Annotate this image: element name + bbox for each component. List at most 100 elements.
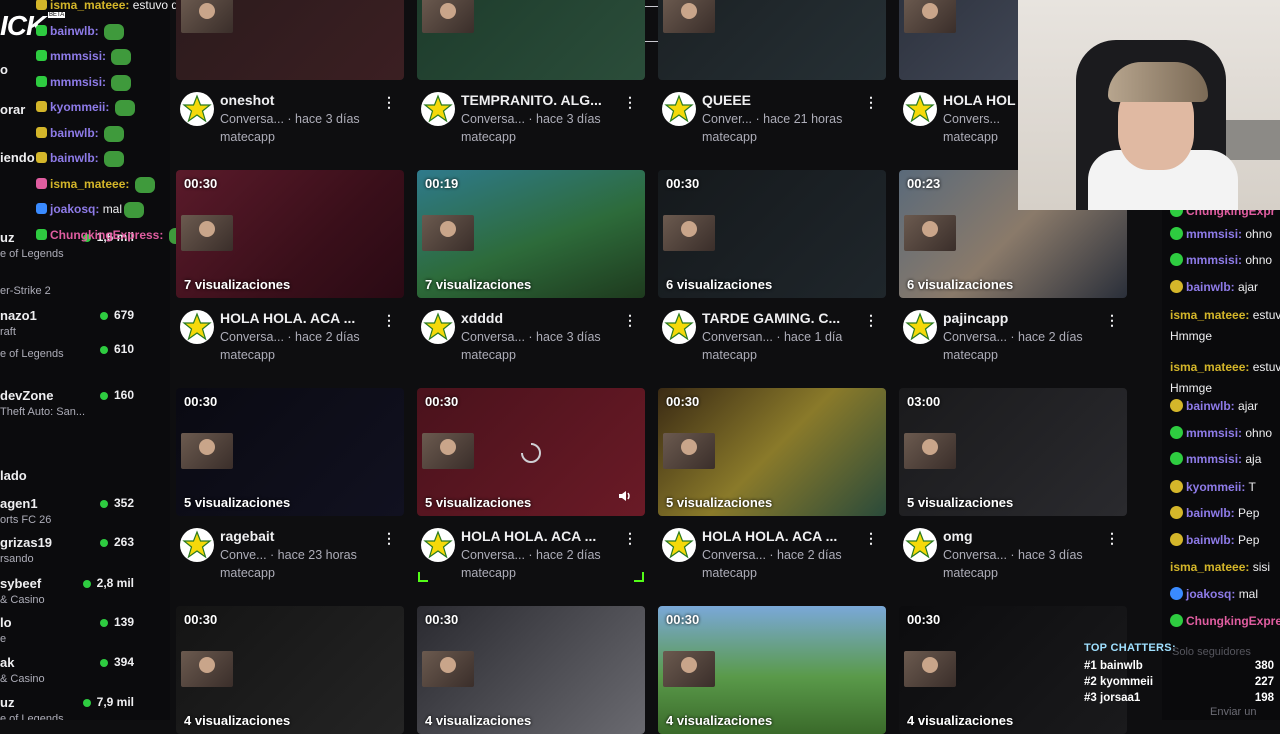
chatter-name[interactable]: jorsaa1	[1100, 692, 1140, 704]
sidebar-channel-item[interactable]: uz e of Legends 7,9 mil	[0, 695, 170, 720]
clip-channel-name[interactable]: matecapp	[461, 348, 516, 362]
channel-avatar[interactable]	[662, 310, 696, 344]
chat-username[interactable]: isma_mateee:	[1170, 308, 1249, 322]
clip-title[interactable]: QUEEE	[702, 92, 862, 108]
chat-username[interactable]: bainwlb:	[1186, 399, 1235, 413]
clip-channel-name[interactable]: matecapp	[220, 130, 275, 144]
chat-username[interactable]: bainwlb:	[50, 126, 99, 140]
channel-avatar[interactable]	[662, 528, 696, 562]
sidebar-channel-item[interactable]: e of Legends 610	[0, 342, 170, 388]
clip-channel-name[interactable]: matecapp	[461, 130, 516, 144]
chat-username[interactable]: ChungkingExpr	[1186, 210, 1275, 218]
chat-username[interactable]: ChungkingExpre	[1186, 614, 1280, 628]
clip-thumbnail[interactable]: 00:30 4 visualizaciones	[417, 606, 645, 734]
clip-thumbnail[interactable]: 03:00 5 visualizaciones	[899, 388, 1127, 516]
channel-avatar[interactable]	[421, 528, 455, 562]
clip-thumbnail[interactable]: 00:30 4 visualizaciones	[176, 606, 404, 734]
clip-thumbnail[interactable]: 00:30 5 visualizaciones	[417, 388, 645, 516]
clip-thumbnail[interactable]	[417, 0, 645, 80]
clip-title[interactable]: HOLA HOLA. ACA ...	[220, 310, 380, 326]
channel-avatar[interactable]	[903, 92, 937, 126]
sidebar-channel-item[interactable]: sybeef & Casino 2,8 mil	[0, 576, 170, 616]
chat-username[interactable]: mmmsisi:	[50, 75, 106, 89]
chatter-name[interactable]: bainwlb	[1100, 660, 1143, 672]
clip-channel-name[interactable]: matecapp	[220, 566, 275, 580]
clip-thumbnail[interactable]: 00:30 5 visualizaciones	[176, 388, 404, 516]
clip-channel-name[interactable]: matecapp	[220, 348, 275, 362]
chat-username[interactable]: mmmsisi:	[1186, 253, 1242, 267]
clip-title[interactable]: TEMPRANITO. ALG...	[461, 92, 621, 108]
chatter-name[interactable]: kyommeii	[1100, 676, 1153, 688]
chat-username[interactable]: mmmsisi:	[1186, 452, 1242, 466]
clip-title[interactable]: xdddd	[461, 310, 621, 326]
clip-channel-name[interactable]: matecapp	[943, 566, 998, 580]
volume-icon[interactable]	[617, 488, 633, 504]
channel-avatar[interactable]	[180, 92, 214, 126]
clip-title[interactable]: HOLA HOLA. ACA ...	[702, 528, 862, 544]
chat-username[interactable]: bainwlb:	[1186, 280, 1235, 294]
chat-input[interactable]: Solo seguidores	[1172, 646, 1251, 658]
more-options-icon[interactable]: ⋮	[623, 94, 637, 110]
clip-title[interactable]: omg	[943, 528, 1103, 544]
more-options-icon[interactable]: ⋮	[382, 312, 396, 328]
chat-username[interactable]: kyommeii:	[1186, 480, 1245, 494]
channel-avatar[interactable]	[180, 310, 214, 344]
clip-thumbnail[interactable]: 00:30 5 visualizaciones	[658, 388, 886, 516]
sidebar-channel-item[interactable]: agen1 orts FC 26 352	[0, 496, 170, 536]
more-options-icon[interactable]: ⋮	[1105, 312, 1119, 328]
clip-title[interactable]: ragebait	[220, 528, 380, 544]
clip-channel-name[interactable]: matecapp	[702, 348, 757, 362]
channel-avatar[interactable]	[421, 92, 455, 126]
clip-thumbnail[interactable]: 00:19 7 visualizaciones	[417, 170, 645, 298]
clip-thumbnail[interactable]	[658, 0, 886, 80]
clip-channel-name[interactable]: matecapp	[461, 566, 516, 580]
clip-channel-name[interactable]: matecapp	[943, 130, 998, 144]
more-options-icon[interactable]: ⋮	[382, 530, 396, 546]
sidebar-channel-item[interactable]: devZone Theft Auto: San... 160	[0, 388, 170, 428]
clip-title[interactable]: TARDE GAMING. C...	[702, 310, 862, 326]
clip-title[interactable]: pajincapp	[943, 310, 1103, 326]
channel-avatar[interactable]	[421, 310, 455, 344]
more-options-icon[interactable]: ⋮	[623, 530, 637, 546]
more-options-icon[interactable]: ⋮	[864, 312, 878, 328]
chat-username[interactable]: mmmsisi:	[1186, 227, 1242, 241]
sidebar-channel-item[interactable]: ak & Casino 394	[0, 655, 170, 695]
channel-avatar[interactable]	[180, 528, 214, 562]
more-options-icon[interactable]: ⋮	[382, 94, 396, 110]
clip-thumbnail[interactable]	[176, 0, 404, 80]
clip-title[interactable]: HOLA HOLA. ACA ...	[461, 528, 621, 544]
sidebar-channel-item[interactable]: grizas19 rsando 263	[0, 535, 170, 575]
chat-username[interactable]: joakosq:	[50, 202, 99, 216]
clip-thumbnail[interactable]: 00:30 6 visualizaciones	[658, 170, 886, 298]
clip-channel-name[interactable]: matecapp	[702, 566, 757, 580]
chat-username[interactable]: bainwlb:	[50, 151, 99, 165]
clip-thumbnail[interactable]: 00:30 7 visualizaciones	[176, 170, 404, 298]
chat-username[interactable]: isma_mateee:	[50, 0, 129, 12]
channel-avatar[interactable]	[903, 310, 937, 344]
more-options-icon[interactable]: ⋮	[623, 312, 637, 328]
sidebar-channel-item[interactable]: lo e 139	[0, 615, 170, 655]
overlay-chat-message: mmmsisi:	[36, 74, 132, 91]
clip-channel-name[interactable]: matecapp	[943, 348, 998, 362]
clip-title[interactable]: oneshot	[220, 92, 380, 108]
chat-username[interactable]: bainwlb:	[1186, 533, 1235, 547]
more-options-icon[interactable]: ⋮	[864, 530, 878, 546]
chat-username[interactable]: isma_mateee:	[1170, 560, 1249, 574]
chat-username[interactable]: ChungkingExpress:	[50, 228, 163, 242]
chat-username[interactable]: bainwlb:	[50, 24, 99, 38]
more-options-icon[interactable]: ⋮	[864, 94, 878, 110]
channel-avatar[interactable]	[662, 92, 696, 126]
send-button[interactable]: Enviar un	[1210, 706, 1256, 718]
chat-username[interactable]: kyommeii:	[50, 100, 109, 114]
chat-username[interactable]: mmmsisi:	[1186, 426, 1242, 440]
chat-username[interactable]: bainwlb:	[1186, 506, 1235, 520]
sidebar-channel-item[interactable]: nazo1 raft 679	[0, 308, 170, 348]
chat-username[interactable]: mmmsisi:	[50, 49, 106, 63]
clip-channel-name[interactable]: matecapp	[702, 130, 757, 144]
more-options-icon[interactable]: ⋮	[1105, 530, 1119, 546]
chat-username[interactable]: isma_mateee:	[1170, 360, 1249, 374]
clip-thumbnail[interactable]: 00:30 4 visualizaciones	[658, 606, 886, 734]
channel-avatar[interactable]	[903, 528, 937, 562]
chat-username[interactable]: joakosq:	[1186, 587, 1235, 601]
chat-username[interactable]: isma_mateee:	[50, 177, 129, 191]
